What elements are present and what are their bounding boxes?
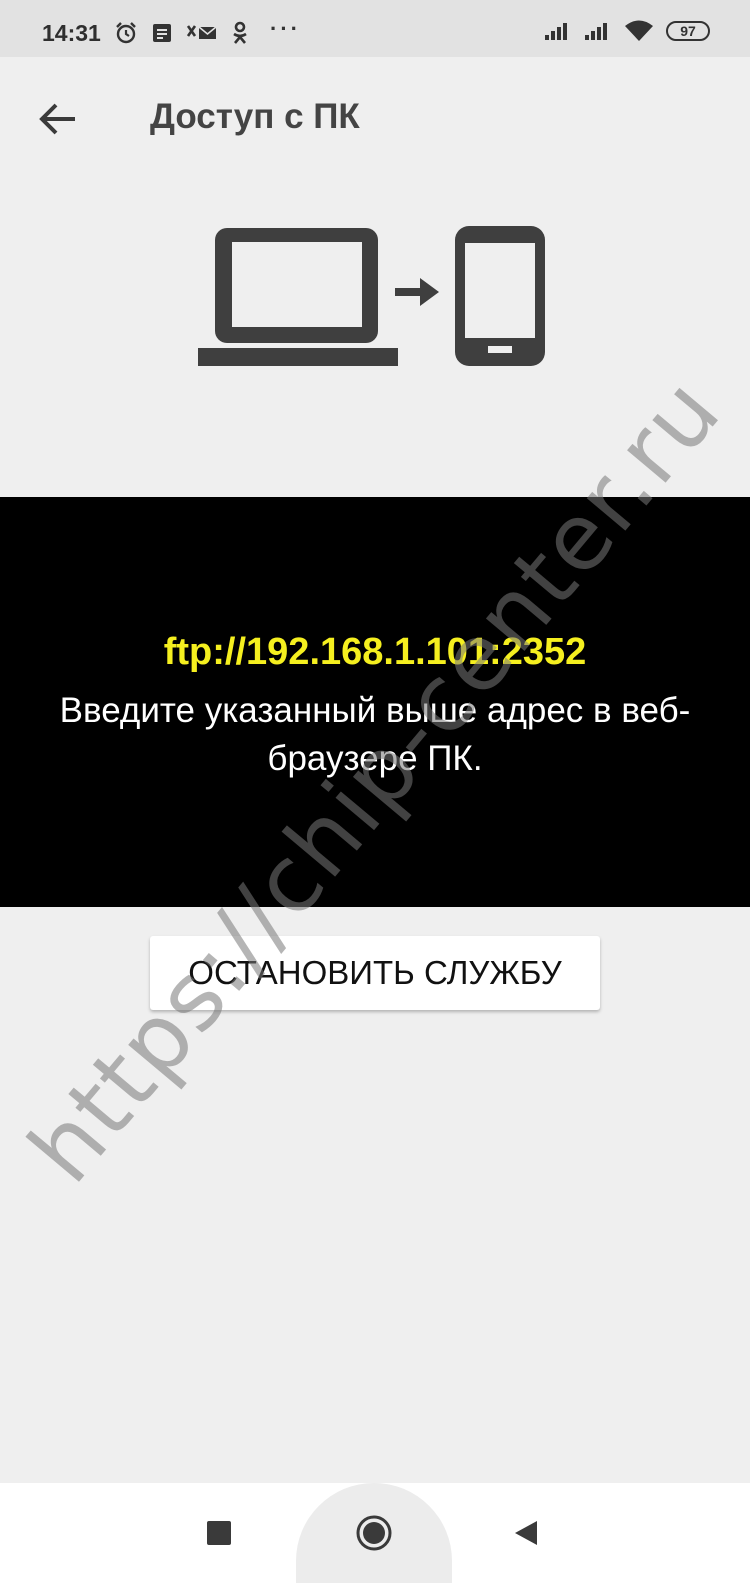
odnoklassniki-icon xyxy=(233,21,247,44)
home-button[interactable] xyxy=(346,1505,402,1561)
navigation-bar xyxy=(0,1483,750,1583)
signal-icon-2 xyxy=(585,23,607,40)
message-icon xyxy=(186,25,217,39)
instruction-text: Введите указанный выше адрес в веб-брауз… xyxy=(59,691,691,778)
circle-icon xyxy=(356,1515,392,1551)
wifi-icon xyxy=(625,20,653,41)
status-time: 14:31 xyxy=(42,20,101,46)
smartphone-icon xyxy=(455,226,545,366)
more-notifications-indicator: ··· xyxy=(270,16,301,41)
battery-level: 97 xyxy=(680,23,696,39)
ftp-address: ftp://192.168.1.101:2352 xyxy=(163,631,587,673)
back-nav-button[interactable] xyxy=(498,1505,554,1561)
status-notifications xyxy=(114,21,249,45)
alarm-icon xyxy=(116,22,136,44)
app-toolbar: Доступ с ПК xyxy=(0,57,750,177)
stop-service-button[interactable]: ОСТАНОВИТЬ СЛУЖБУ xyxy=(150,936,600,1010)
laptop-icon xyxy=(198,228,398,366)
pc-to-phone-illustration xyxy=(198,226,545,366)
triangle-back-icon xyxy=(515,1521,537,1545)
status-system-icons: 97 xyxy=(544,20,710,42)
recents-button[interactable] xyxy=(191,1505,247,1561)
arrow-right-icon xyxy=(395,278,439,306)
signal-icon xyxy=(545,23,567,40)
back-button[interactable] xyxy=(30,91,86,147)
square-icon xyxy=(207,1521,231,1545)
arrow-back-icon xyxy=(39,103,75,135)
notification-icon xyxy=(153,24,171,42)
battery-indicator: 97 xyxy=(666,21,710,41)
status-bar: 14:31 ··· 97 xyxy=(0,0,750,57)
info-panel: ftp://192.168.1.101:2352 Введите указанн… xyxy=(0,497,750,907)
page-title: Доступ с ПК xyxy=(150,97,360,136)
